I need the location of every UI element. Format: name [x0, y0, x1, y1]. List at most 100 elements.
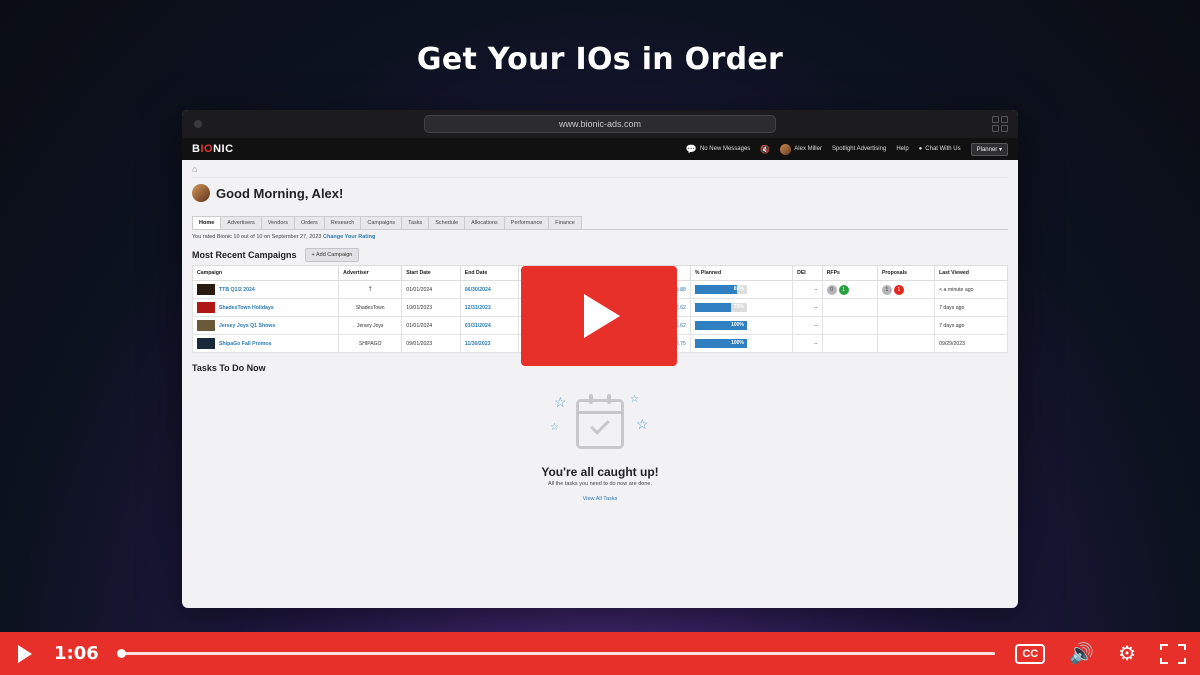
- messages-link[interactable]: 💬 No New Messages: [686, 144, 751, 155]
- calendar-check-icon: ☆ ☆ ☆ ☆: [540, 394, 660, 459]
- tab-orders[interactable]: Orders: [293, 216, 325, 229]
- last-viewed-cell: 7 days ago: [934, 316, 1008, 335]
- play-button[interactable]: [14, 644, 32, 663]
- chat-bubble-icon: 💬: [685, 143, 697, 154]
- campaign-name-cell[interactable]: ShipaGo Fall Promos: [191, 334, 340, 353]
- speaker-mute-icon: 🔇: [760, 144, 771, 154]
- column-header[interactable]: % Planned: [689, 265, 794, 281]
- tab-research[interactable]: Research: [323, 216, 362, 229]
- tab-finance[interactable]: Finance: [548, 216, 582, 229]
- main-tabs: Home Advertisers Vendors Orders Research Camp…: [192, 216, 1008, 230]
- rfps-cell[interactable]: [821, 316, 878, 335]
- campaign-thumbnail: [197, 284, 215, 295]
- column-header[interactable]: Last Viewed: [934, 265, 1008, 281]
- proposals-cell[interactable]: [876, 316, 936, 335]
- column-header[interactable]: Advertiser: [338, 265, 403, 281]
- rating-notice: You rated Bionic 10 out of 10 on Septemb…: [192, 234, 376, 240]
- rfps-cell[interactable]: [821, 334, 878, 353]
- change-rating-link[interactable]: Change Your Rating: [323, 234, 375, 240]
- tab-tasks[interactable]: Tasks: [401, 216, 430, 229]
- end-date-cell: 03/31/2024: [459, 316, 520, 335]
- star-icon: ☆: [636, 416, 649, 432]
- tab-allocations[interactable]: Allocations: [464, 216, 505, 229]
- proposals-cell[interactable]: [876, 334, 936, 353]
- tab-performance[interactable]: Performance: [503, 216, 550, 229]
- tab-vendors[interactable]: Vendors: [260, 216, 295, 229]
- home-icon[interactable]: ⌂: [192, 164, 197, 174]
- campaign-name-cell[interactable]: TTB Q1/2 2024: [191, 280, 340, 299]
- page-title: Good Morning, Alex!: [216, 185, 344, 201]
- company-link[interactable]: Spotlight Advertising: [832, 146, 886, 152]
- volume-icon[interactable]: 🔊: [1069, 644, 1094, 664]
- help-link[interactable]: Help: [896, 146, 908, 152]
- campaigns-heading: Most Recent Campaigns: [192, 250, 297, 260]
- last-viewed-cell: 09/29/2023: [934, 334, 1008, 353]
- column-header[interactable]: DEI: [792, 265, 823, 281]
- user-menu[interactable]: Alex Miller: [780, 143, 822, 155]
- campaign-thumbnail: [197, 320, 215, 331]
- star-icon: ☆: [550, 422, 559, 433]
- percent-planned-bar: 100%: [694, 321, 747, 330]
- video-headline: Get Your IOs in Order: [416, 42, 784, 77]
- end-date-cell: 11/30/2023: [459, 334, 520, 353]
- view-all-tasks-link[interactable]: View All Tasks: [583, 496, 618, 502]
- window-dot-icon[interactable]: [194, 120, 202, 128]
- player-controls: 1:06 CC 🔊 ⚙: [0, 632, 1200, 675]
- tab-schedule[interactable]: Schedule: [428, 216, 466, 229]
- column-header[interactable]: End Date: [459, 265, 520, 281]
- star-icon: ☆: [630, 394, 639, 405]
- avatar: [780, 143, 792, 155]
- url-bar[interactable]: www.bionic-ads.com: [424, 115, 776, 133]
- tab-grid-icon[interactable]: [992, 116, 1008, 132]
- percent-planned-cell: 81%: [689, 280, 794, 299]
- last-viewed-cell: 7 days ago: [934, 298, 1008, 317]
- mute-toggle[interactable]: 🔇: [760, 145, 770, 154]
- dei-cell: --: [792, 316, 823, 335]
- status-badge[interactable]: 0: [826, 284, 837, 295]
- chat-with-us-link[interactable]: ● Chat With Us: [919, 146, 961, 152]
- tab-home[interactable]: Home: [192, 216, 222, 229]
- column-header[interactable]: Proposals: [876, 265, 936, 281]
- column-header[interactable]: Campaign: [191, 265, 340, 281]
- campaign-name-cell[interactable]: ShadesTown Holidays: [191, 298, 340, 317]
- percent-planned-cell: 100%: [689, 316, 794, 335]
- progress-knob[interactable]: [116, 649, 126, 658]
- settings-gear-icon[interactable]: ⚙: [1118, 644, 1136, 664]
- start-date-cell: 01/01/2024: [401, 316, 461, 335]
- app-navbar: BIONIC 💬 No New Messages 🔇 Alex Miller Sp…: [182, 138, 1018, 160]
- add-campaign-button[interactable]: + Add Campaign: [304, 248, 360, 262]
- tab-campaigns[interactable]: Campaigns: [360, 216, 403, 229]
- rfps-cell[interactable]: [821, 298, 878, 317]
- tab-advertisers[interactable]: Advertisers: [220, 216, 262, 229]
- last-viewed-cell: < a minute ago: [934, 280, 1008, 299]
- empty-state: ☆ ☆ ☆ ☆ You're all caught up! All the ta…: [192, 394, 1008, 505]
- empty-subtitle: All the tasks you need to do now are don…: [548, 481, 652, 487]
- advertiser-cell: Jersey Joys: [338, 316, 403, 335]
- dei-cell: --: [792, 334, 823, 353]
- proposals-cell[interactable]: 11: [876, 280, 936, 299]
- bionic-logo[interactable]: BIONIC: [192, 143, 234, 155]
- status-badge[interactable]: 1: [893, 284, 904, 295]
- dei-cell: --: [792, 298, 823, 317]
- play-overlay-button[interactable]: [521, 266, 677, 366]
- empty-title: You're all caught up!: [541, 465, 659, 479]
- start-date-cell: 10/01/2023: [401, 298, 461, 317]
- column-header[interactable]: Start Date: [401, 265, 461, 281]
- end-date-cell: 06/30/2024: [459, 280, 520, 299]
- status-badge[interactable]: 1: [881, 284, 892, 295]
- start-date-cell: 09/01/2023: [401, 334, 461, 353]
- progress-bar[interactable]: [116, 649, 996, 658]
- campaign-name-cell[interactable]: Jersey Joys Q1 Shows: [191, 316, 340, 335]
- dei-cell: --: [792, 280, 823, 299]
- column-header[interactable]: RFPs: [821, 265, 878, 281]
- rfps-cell[interactable]: 01: [821, 280, 878, 299]
- breadcrumb: ⌂: [192, 160, 1008, 178]
- percent-planned-cell: 100%: [689, 334, 794, 353]
- percent-planned-bar: 81%: [694, 285, 747, 294]
- fullscreen-icon[interactable]: [1160, 643, 1186, 664]
- captions-button[interactable]: CC: [1015, 643, 1046, 664]
- role-dropdown[interactable]: Planner ▾: [970, 142, 1008, 156]
- advertiser-cell: ShadesTown: [338, 298, 403, 317]
- proposals-cell[interactable]: [876, 298, 936, 317]
- status-badge[interactable]: 1: [838, 284, 849, 295]
